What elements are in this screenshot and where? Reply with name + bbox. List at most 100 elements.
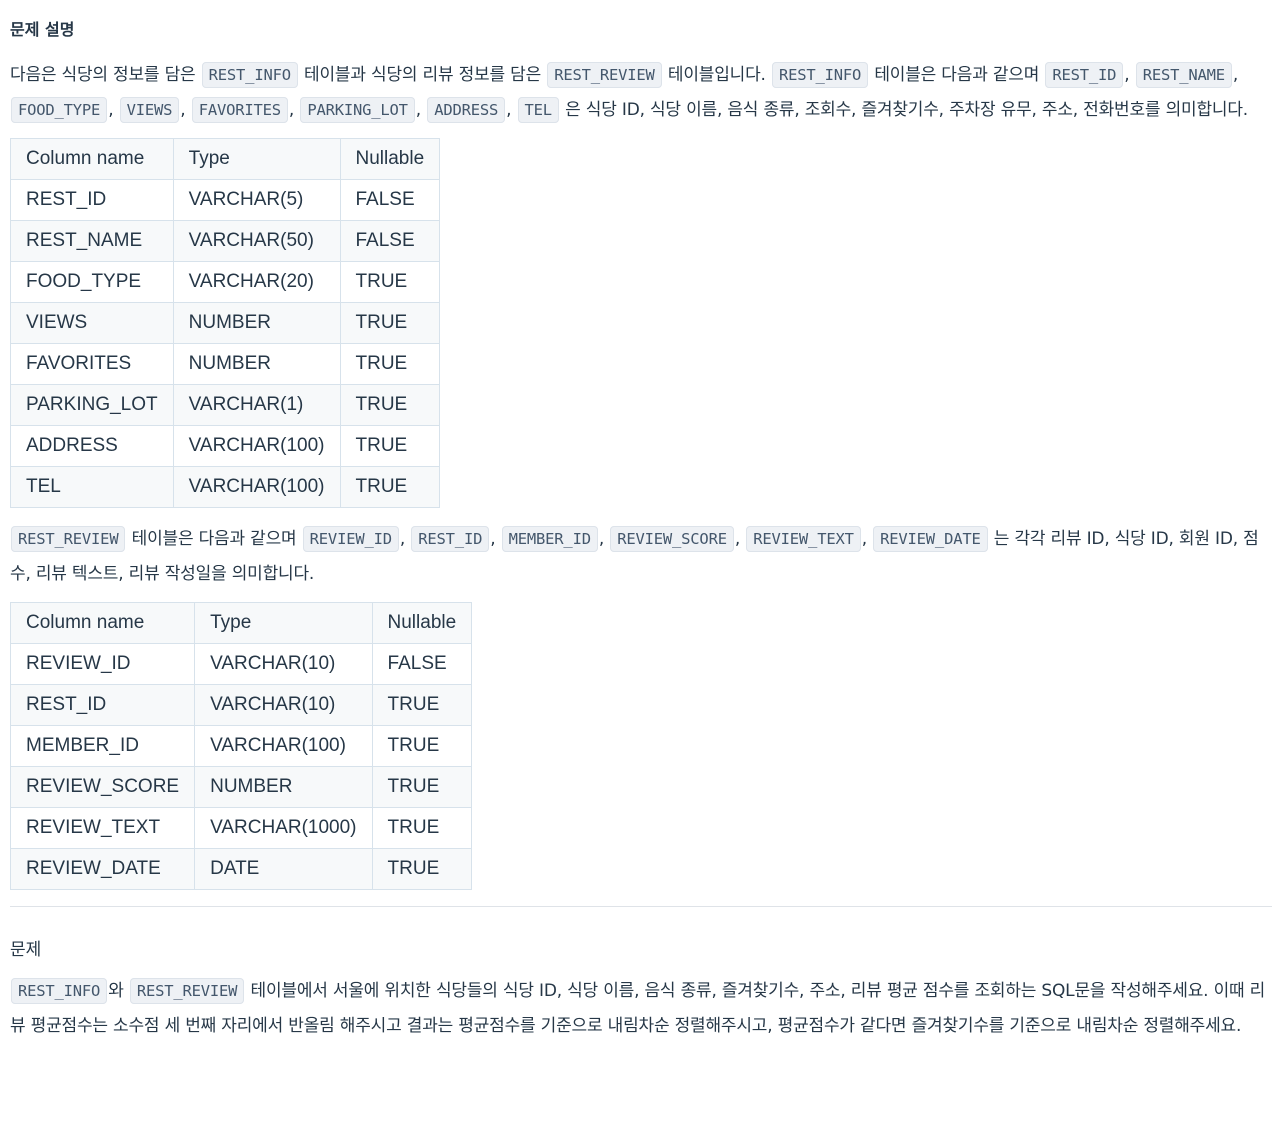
header-cell: Nullable <box>339 138 441 180</box>
header-cell: Column name <box>9 602 196 644</box>
table-cell: DATE <box>194 848 373 890</box>
table-cell: FAVORITES <box>10 343 174 385</box>
table-cell: PARKING_LOT <box>10 384 174 426</box>
intro-text: 테이블은 다음과 같으며 <box>869 65 1045 85</box>
intro-text: 은 식당 ID, 식당 이름, 음식 종류, 조회수, 즐겨찾기수, 주차장 유… <box>559 100 1248 120</box>
table-cell: NUMBER <box>194 766 373 808</box>
code-rest-info: REST_INFO <box>11 978 108 1004</box>
table-cell: TRUE <box>339 261 441 303</box>
code-rest-review: REST_REVIEW <box>129 978 245 1004</box>
code-column: PARKING_LOT <box>300 97 415 123</box>
header-cell: Column name <box>10 138 174 180</box>
code-column: REVIEW_SCORE <box>610 526 734 552</box>
intro-text: 다음은 식당의 정보를 담은 <box>10 65 201 85</box>
table-cell: REST_NAME <box>10 220 174 262</box>
table-cell: REVIEW_DATE <box>9 848 196 890</box>
section-title: 문제 설명 <box>10 20 75 39</box>
code-column: REVIEW_ID <box>302 526 399 552</box>
code-column: REST_ID <box>411 526 490 552</box>
code-column: REST_ID <box>1045 62 1124 88</box>
rest-review-table: Column name Type Nullable REVIEW_ID VARCH… <box>9 602 473 890</box>
table-row: ADDRESS VARCHAR(100) TRUE <box>10 425 441 467</box>
table-cell: NUMBER <box>172 343 341 385</box>
table-row: REVIEW_ID VARCHAR(10) FALSE <box>9 643 473 685</box>
table-cell: TRUE <box>339 425 441 467</box>
table-cell: TRUE <box>371 684 473 726</box>
table-row: VIEWS NUMBER TRUE <box>10 302 441 344</box>
table-cell: MEMBER_ID <box>9 725 196 767</box>
table-row: REST_ID VARCHAR(5) FALSE <box>10 179 441 221</box>
table-header-row: Column name Type Nullable <box>10 138 441 180</box>
table-cell: VARCHAR(10) <box>194 684 373 726</box>
table-row: REST_ID VARCHAR(10) TRUE <box>9 684 473 726</box>
table-header-row: Column name Type Nullable <box>9 602 473 644</box>
problem-description: 문제 설명 다음은 식당의 정보를 담은 REST_INFO 테이블과 식당의 … <box>0 0 1282 1044</box>
table-cell: VARCHAR(100) <box>194 725 373 767</box>
table-cell: REVIEW_SCORE <box>9 766 196 808</box>
table-cell: TRUE <box>339 302 441 344</box>
table-cell: TRUE <box>339 466 441 508</box>
table-cell: VARCHAR(5) <box>172 179 341 221</box>
table-row: TEL VARCHAR(100) TRUE <box>10 466 441 508</box>
table-cell: ADDRESS <box>10 425 174 467</box>
table-cell: TRUE <box>371 848 473 890</box>
header-cell: Type <box>194 602 373 644</box>
table-cell: NUMBER <box>172 302 341 344</box>
table-cell: VARCHAR(1000) <box>194 807 373 849</box>
problem-paragraph: REST_INFO 와 REST_REVIEW 테이블에서 서울에 위치한 식당들… <box>10 974 1272 1044</box>
table-cell: REVIEW_ID <box>9 643 196 685</box>
code-column: REVIEW_DATE <box>873 526 988 552</box>
code-column: TEL <box>517 97 559 123</box>
table-row: REVIEW_SCORE NUMBER TRUE <box>9 766 473 808</box>
table-cell: VARCHAR(100) <box>172 466 341 508</box>
code-column: ADDRESS <box>427 97 506 123</box>
table-row: REVIEW_TEXT VARCHAR(1000) TRUE <box>9 807 473 849</box>
table-cell: VARCHAR(50) <box>172 220 341 262</box>
review-intro-paragraph: REST_REVIEW 테이블은 다음과 같으며 REVIEW_ID, REST… <box>10 522 1272 592</box>
table-cell: FOOD_TYPE <box>10 261 174 303</box>
code-column: FAVORITES <box>191 97 288 123</box>
header-cell: Nullable <box>371 602 473 644</box>
table-row: FAVORITES NUMBER TRUE <box>10 343 441 385</box>
code-column: REST_NAME <box>1135 62 1232 88</box>
table-cell: TRUE <box>371 725 473 767</box>
code-rest-review: REST_REVIEW <box>11 526 126 552</box>
table-row: PARKING_LOT VARCHAR(1) TRUE <box>10 384 441 426</box>
table-row: REST_NAME VARCHAR(50) FALSE <box>10 220 441 262</box>
rest-info-table: Column name Type Nullable REST_ID VARCHAR… <box>10 138 441 508</box>
intro-text: 테이블입니다. <box>662 65 771 85</box>
table-cell: VARCHAR(1) <box>172 384 341 426</box>
code-rest-review: REST_REVIEW <box>547 62 662 88</box>
review-intro-text: 테이블은 다음과 같으며 <box>126 529 302 549</box>
table-cell: VARCHAR(100) <box>172 425 341 467</box>
table-cell: VIEWS <box>10 302 174 344</box>
table-row: FOOD_TYPE VARCHAR(20) TRUE <box>10 261 441 303</box>
table-cell: REVIEW_TEXT <box>9 807 196 849</box>
table-cell: TRUE <box>339 384 441 426</box>
table-cell: REST_ID <box>9 684 196 726</box>
table-cell: FALSE <box>371 643 473 685</box>
table-cell: FALSE <box>339 220 441 262</box>
table-cell: TRUE <box>371 807 473 849</box>
problem-label: 문제 <box>10 940 42 960</box>
code-rest-info: REST_INFO <box>771 62 869 88</box>
code-column: MEMBER_ID <box>501 526 598 552</box>
code-rest-info: REST_INFO <box>201 62 298 88</box>
table-cell: VARCHAR(20) <box>172 261 341 303</box>
intro-text: 테이블과 식당의 리뷰 정보를 담은 <box>298 65 547 85</box>
section-divider <box>10 906 1272 907</box>
code-column: FOOD_TYPE <box>11 97 108 123</box>
table-row: REVIEW_DATE DATE TRUE <box>9 848 473 890</box>
table-cell: REST_ID <box>10 179 174 221</box>
header-cell: Type <box>172 138 341 180</box>
table-row: MEMBER_ID VARCHAR(100) TRUE <box>9 725 473 767</box>
intro-paragraph: 다음은 식당의 정보를 담은 REST_INFO 테이블과 식당의 리뷰 정보를… <box>10 58 1272 128</box>
code-column: VIEWS <box>119 97 180 123</box>
table-cell: TRUE <box>371 766 473 808</box>
problem-text: 와 <box>108 981 129 1001</box>
table-cell: FALSE <box>339 179 441 221</box>
code-column: REVIEW_TEXT <box>746 526 861 552</box>
table-cell: TRUE <box>339 343 441 385</box>
table-cell: TEL <box>10 466 174 508</box>
table-cell: VARCHAR(10) <box>194 643 373 685</box>
